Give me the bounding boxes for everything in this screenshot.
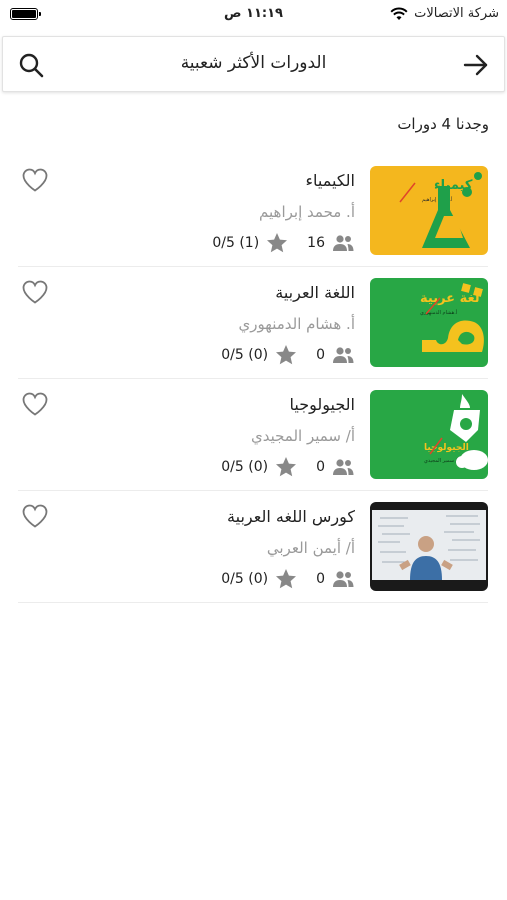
heart-icon[interactable] [21, 167, 49, 193]
course-list: كيمياء أ.محمد إبراهيم الكيمياء أ. محمد إ… [18, 155, 488, 603]
course-item-arabic-course[interactable]: كورس اللغه العربية أ/ أيمن العربي 0 0/5 … [18, 491, 488, 603]
course-teacher: أ/ أيمن العربي [266, 539, 355, 557]
wifi-icon [390, 7, 408, 20]
geology-icon: الجيولوجيا أ/ سمير المجيدي [370, 390, 488, 479]
status-carrier: شركة الاتصالات [390, 6, 499, 21]
course-teacher: أ. محمد إبراهيم [259, 203, 355, 221]
course-teacher: أ/ سمير المجيدي [250, 427, 355, 445]
arabic-letter-icon: لغة عربية أ.هشام الدمنهوري [370, 278, 488, 367]
people-icon [333, 347, 354, 363]
course-stats: 16 0/5 (1) [212, 232, 355, 254]
status-bar: ١١:١٩ ص شركة الاتصالات [0, 0, 507, 28]
course-title[interactable]: الكيمياء [306, 171, 355, 190]
rating-text: 0/5 (0) [221, 347, 269, 363]
course-thumbnail[interactable]: كيمياء أ.محمد إبراهيم [370, 166, 488, 255]
star-icon [267, 233, 288, 253]
people-icon [333, 459, 354, 475]
course-title[interactable]: اللغة العربية [275, 283, 355, 302]
course-item-arabic[interactable]: لغة عربية أ.هشام الدمنهوري اللغة العربية… [18, 267, 488, 379]
carrier-name: شركة الاتصالات [414, 6, 499, 21]
thumb-text: لغة عربية [420, 291, 480, 306]
course-stats: 0 0/5 (0) [221, 456, 355, 478]
heart-icon[interactable] [21, 279, 49, 305]
app-header: الدورات الأكثر شعبية [2, 36, 505, 92]
people-icon [333, 571, 354, 587]
rating-text: 0/5 (1) [212, 235, 260, 251]
arrow-right-icon[interactable] [462, 51, 490, 79]
course-title[interactable]: كورس اللغه العربية [227, 507, 355, 526]
thumb-text: الجيولوجيا [424, 443, 469, 453]
people-icon [333, 235, 354, 251]
search-icon[interactable] [17, 51, 45, 79]
thumb-subtext: أ/ سمير المجيدي [424, 457, 459, 464]
rating-text: 0/5 (0) [221, 459, 269, 475]
course-stats: 0 0/5 (0) [221, 568, 355, 590]
heart-icon[interactable] [21, 503, 49, 529]
students-count: 0 [316, 571, 325, 587]
course-thumbnail[interactable]: الجيولوجيا أ/ سمير المجيدي [370, 390, 488, 479]
course-thumbnail[interactable]: لغة عربية أ.هشام الدمنهوري [370, 278, 488, 367]
page-title: الدورات الأكثر شعبية [180, 53, 327, 73]
star-icon [276, 345, 297, 365]
video-lecture-thumbnail [370, 502, 488, 591]
flask-icon: كيمياء أ.محمد إبراهيم [370, 166, 488, 255]
students-count: 16 [307, 235, 325, 251]
star-icon [276, 457, 297, 477]
rating-text: 0/5 (0) [221, 571, 269, 587]
students-count: 0 [316, 459, 325, 475]
course-title[interactable]: الجيولوجيا [290, 395, 355, 414]
results-count: وجدنا 4 دورات [397, 115, 489, 133]
course-thumbnail[interactable] [370, 502, 488, 591]
course-stats: 0 0/5 (0) [221, 344, 355, 366]
heart-icon[interactable] [21, 391, 49, 417]
students-count: 0 [316, 347, 325, 363]
course-item-chemistry[interactable]: كيمياء أ.محمد إبراهيم الكيمياء أ. محمد إ… [18, 155, 488, 267]
course-item-geology[interactable]: الجيولوجيا أ/ سمير المجيدي الجيولوجيا أ/… [18, 379, 488, 491]
thumb-subtext: أ.هشام الدمنهوري [420, 309, 458, 316]
course-teacher: أ. هشام الدمنهوري [238, 315, 355, 333]
star-icon [276, 569, 297, 589]
